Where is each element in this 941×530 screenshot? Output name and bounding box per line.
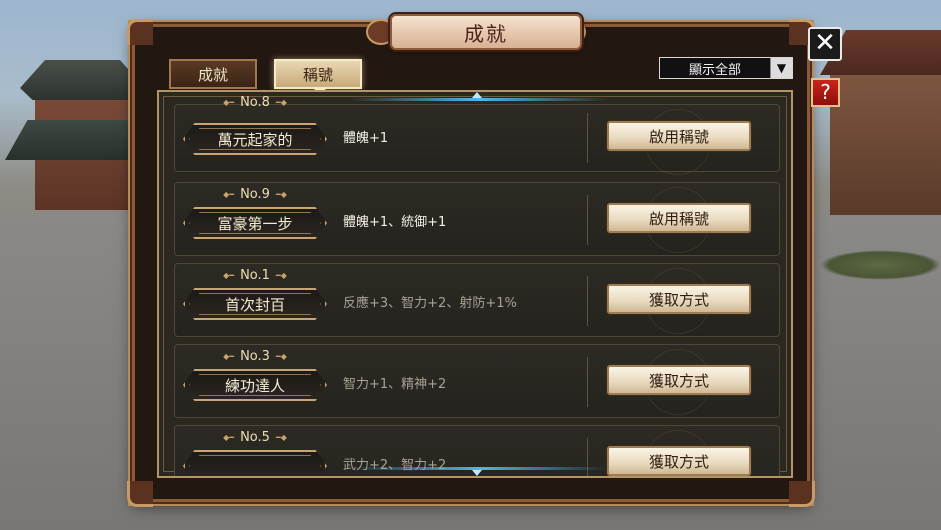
title-name-plate: 首次封百 [183, 288, 327, 320]
title-bonus: 智力+1、精神+2 [343, 377, 447, 392]
panel-corner-ornament [127, 19, 153, 45]
title-name-plate: 萬元起家的 [183, 123, 327, 155]
help-button[interactable]: ? [811, 78, 840, 107]
row-divider [587, 438, 588, 476]
how-to-obtain-button[interactable]: 獲取方式 [607, 284, 751, 314]
title-number: No.5 [175, 430, 335, 445]
list-item: No.9 富豪第一步 體魄+1、統御+1 啟用稱號 [174, 182, 780, 256]
row-divider [587, 357, 588, 407]
title-bonus: 武力+2、智力+2 [343, 458, 447, 473]
title-name-plate: 練功達人 [183, 369, 327, 401]
filter-dropdown[interactable]: 顯示全部 ▼ [659, 57, 793, 79]
title-name-plate: 富豪第一步 [183, 207, 327, 239]
row-divider [587, 195, 588, 245]
title-bonus: 體魄+1 [343, 131, 389, 146]
how-to-obtain-button[interactable]: 獲取方式 [607, 446, 751, 476]
close-button[interactable]: ✕ [808, 27, 842, 61]
row-divider [587, 276, 588, 326]
close-icon: ✕ [814, 28, 836, 58]
filter-selected-label: 顯示全部 [688, 62, 741, 78]
question-icon: ? [820, 80, 831, 104]
title-list[interactable]: No.8 萬元起家的 體魄+1 啟用稱號 No.9 富豪第一步 體魄+1、統御+… [157, 90, 793, 478]
scroll-glow-top [349, 98, 609, 101]
title-number: No.1 [175, 268, 335, 283]
title-bonus: 反應+3、智力+2、射防+1% [343, 296, 517, 311]
tab-titles[interactable]: 稱號 [274, 59, 362, 95]
panel-corner-ornament [127, 481, 153, 507]
tab-achievements[interactable]: 成就 [169, 59, 257, 89]
list-item: No.3 練功達人 智力+1、精神+2 獲取方式 [174, 344, 780, 418]
scroll-up-arrow-icon [472, 92, 482, 98]
title-number: No.3 [175, 349, 335, 364]
background-building [830, 75, 941, 215]
title-name-plate [183, 450, 327, 476]
activate-title-button[interactable]: 啟用稱號 [607, 203, 751, 233]
panel-corner-ornament [789, 481, 815, 507]
how-to-obtain-button[interactable]: 獲取方式 [607, 365, 751, 395]
triangle-down-icon: ▼ [770, 58, 792, 78]
background-bush [820, 250, 941, 280]
background-building-roof [20, 60, 145, 100]
list-item: No.8 萬元起家的 體魄+1 啟用稱號 [174, 95, 780, 175]
panel-title: 成就 [390, 14, 582, 50]
row-divider [587, 113, 588, 163]
title-number: No.9 [175, 187, 335, 202]
activate-title-button[interactable]: 啟用稱號 [607, 121, 751, 151]
scroll-down-arrow-icon [472, 470, 482, 476]
title-bonus: 體魄+1、統御+1 [343, 215, 447, 230]
title-number: No.8 [175, 95, 335, 110]
list-item: No.1 首次封百 反應+3、智力+2、射防+1% 獲取方式 [174, 263, 780, 337]
